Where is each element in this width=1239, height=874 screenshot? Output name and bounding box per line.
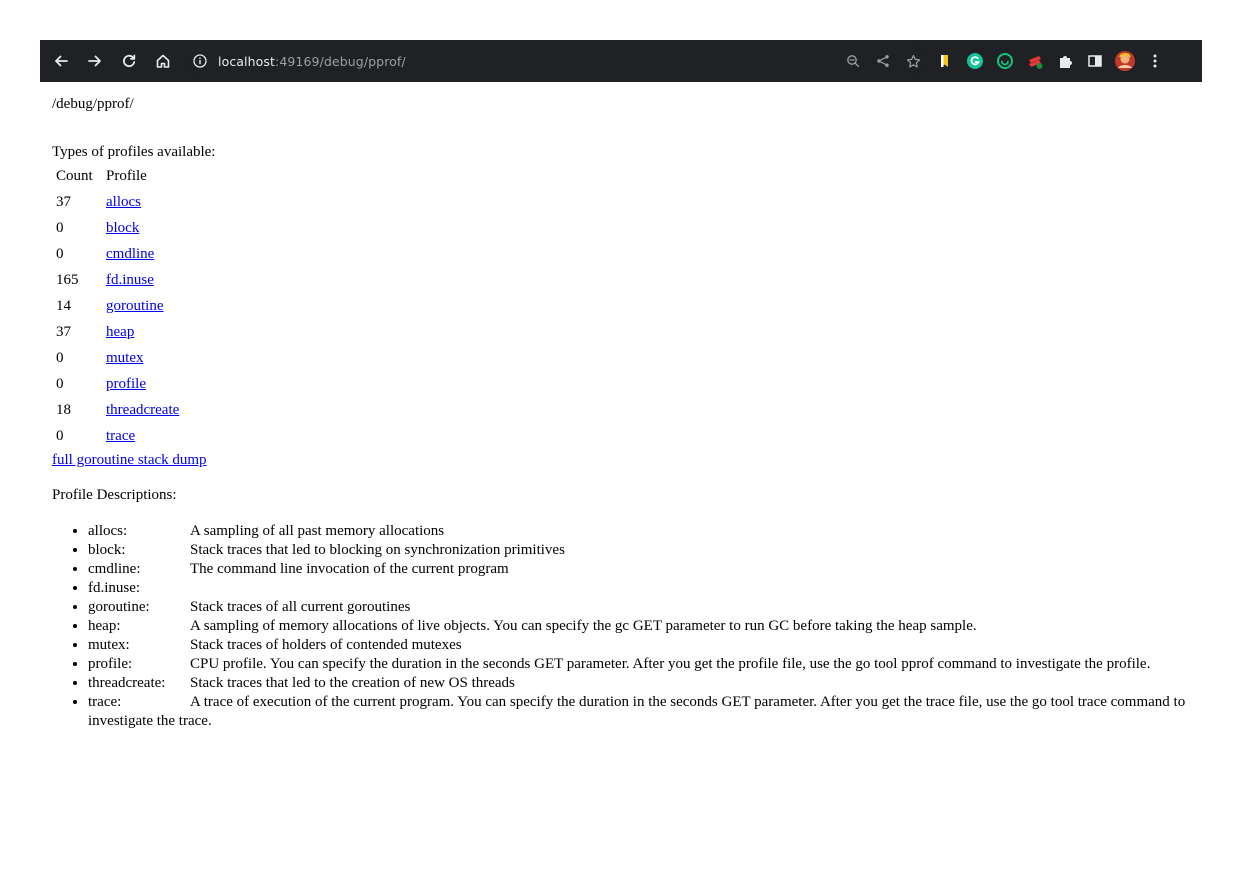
table-row: 0 cmdline (54, 242, 181, 266)
description-term: threadcreate: (88, 675, 166, 691)
profile-link-heap[interactable]: heap (106, 324, 134, 340)
description-text: Stack traces of holders of contended mut… (190, 637, 462, 653)
back-button[interactable] (46, 46, 76, 76)
list-item: heap: A sampling of memory allocations of… (88, 617, 1202, 636)
types-label: Types of profiles available: (52, 144, 216, 160)
description-text: A trace of execution of the current prog… (88, 694, 1186, 729)
grammarly-icon[interactable] (960, 46, 990, 76)
profiles-table: Count Profile 37 allocs 0 block 0 cmdline 1… (52, 162, 183, 450)
profile-link-allocs[interactable]: allocs (106, 194, 141, 210)
description-term: fd.inuse: (88, 580, 141, 596)
profile-avatar[interactable] (1110, 46, 1140, 76)
forward-button[interactable] (80, 46, 110, 76)
profile-link-fd-inuse[interactable]: fd.inuse (106, 272, 154, 288)
list-item: allocs: A sampling of all past memory all… (88, 522, 1202, 541)
table-row: 18 threadcreate (54, 398, 181, 422)
profile-count: 165 (56, 272, 79, 288)
description-term: allocs: (88, 523, 128, 539)
profile-count: 0 (56, 428, 64, 444)
description-term: heap: (88, 618, 121, 634)
descriptions-list: allocs: A sampling of all past memory all… (52, 522, 1202, 731)
list-item: mutex: Stack traces of holders of contend… (88, 636, 1202, 655)
extensions-puzzle-icon[interactable] (1050, 46, 1080, 76)
table-row: 0 trace (54, 424, 181, 448)
description-text: Stack traces of all current goroutines (190, 599, 411, 615)
profile-link-trace[interactable]: trace (106, 428, 135, 444)
profile-count: 0 (56, 376, 64, 392)
reload-button[interactable] (114, 46, 144, 76)
url-host: localhost (218, 53, 276, 69)
back-arrow-icon (55, 55, 68, 67)
zoom-icon[interactable] (838, 54, 868, 68)
description-text: A sampling of memory allocations of live… (190, 618, 977, 634)
page-title: /debug/pprof/ (52, 96, 134, 112)
list-item: block: Stack traces that led to blocking … (88, 541, 1202, 560)
description-text: Stack traces that led to blocking on syn… (190, 542, 565, 558)
profile-count: 18 (56, 402, 71, 418)
description-term: block: (88, 542, 126, 558)
profile-link-threadcreate[interactable]: threadcreate (106, 402, 179, 418)
profile-link-profile[interactable]: profile (106, 376, 146, 392)
list-item: fd.inuse: (88, 579, 1202, 598)
profile-count: 0 (56, 220, 64, 236)
profile-link-mutex[interactable]: mutex (106, 350, 144, 366)
list-item: profile: CPU profile. You can specify the… (88, 655, 1202, 674)
table-row: 0 profile (54, 372, 181, 396)
address-bar[interactable]: localhost:49169/debug/pprof/ (188, 46, 928, 76)
browser-toolbar: localhost:49169/debug/pprof/ (40, 40, 1202, 82)
list-item: threadcreate: Stack traces that led to th… (88, 674, 1202, 693)
extension-yellow-icon[interactable] (930, 46, 960, 76)
description-text: A sampling of all past memory allocation… (190, 523, 445, 539)
table-row: 165 fd.inuse (54, 268, 181, 292)
table-row: 0 block (54, 216, 181, 240)
info-icon[interactable] (188, 49, 212, 73)
description-text: CPU profile. You can specify the duratio… (190, 656, 1151, 672)
green-circle-extension-icon[interactable] (990, 46, 1020, 76)
reload-icon (123, 54, 136, 68)
profile-header: Profile (106, 168, 147, 184)
page-content: /debug/pprof/ Types of profiles availabl… (52, 94, 1202, 731)
profile-count: 0 (56, 350, 64, 366)
side-panel-icon[interactable] (1080, 46, 1110, 76)
profile-link-block[interactable]: block (106, 220, 139, 236)
description-term: goroutine: (88, 599, 150, 615)
share-icon[interactable] (868, 54, 898, 68)
table-row: 37 heap (54, 320, 181, 344)
description-text: The command line invocation of the curre… (190, 561, 509, 577)
profile-count: 37 (56, 324, 71, 340)
count-header: Count (56, 168, 93, 184)
table-row: 37 allocs (54, 190, 181, 214)
list-item: goroutine: Stack traces of all current go… (88, 598, 1202, 617)
description-term: trace: (88, 694, 122, 710)
list-item: trace:A trace of execution of the curren… (88, 693, 1202, 731)
description-term: mutex: (88, 637, 130, 653)
profile-count: 0 (56, 246, 64, 262)
description-text: Stack traces that led to the creation of… (190, 675, 515, 691)
profile-link-cmdline[interactable]: cmdline (106, 246, 154, 262)
description-term: cmdline: (88, 561, 141, 577)
bookmark-star-icon[interactable] (898, 54, 928, 69)
list-item: cmdline: The command line invocation of t… (88, 560, 1202, 579)
table-row: 0 mutex (54, 346, 181, 370)
home-button[interactable] (148, 46, 178, 76)
home-icon (156, 54, 170, 68)
forward-arrow-icon (88, 55, 101, 67)
full-goroutine-dump-link[interactable]: full goroutine stack dump (52, 450, 1202, 470)
table-header-row: Count Profile (54, 164, 181, 188)
description-term: profile: (88, 656, 133, 672)
url-path: :49169/debug/pprof/ (275, 53, 406, 69)
profile-link-goroutine[interactable]: goroutine (106, 298, 164, 314)
red-extension-icon[interactable] (1020, 46, 1050, 76)
menu-kebab-icon[interactable] (1140, 46, 1170, 76)
url-text[interactable]: localhost:49169/debug/pprof/ (218, 54, 406, 69)
descriptions-label: Profile Descriptions: (52, 487, 177, 503)
profile-count: 37 (56, 194, 71, 210)
table-row: 14 goroutine (54, 294, 181, 318)
profile-count: 14 (56, 298, 71, 314)
